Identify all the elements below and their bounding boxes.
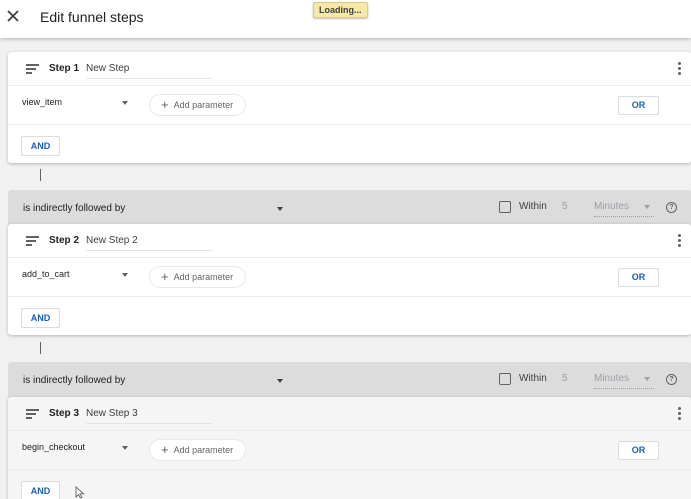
and-row: AND <box>8 125 691 163</box>
caret-down-icon <box>122 273 128 277</box>
within-unit-select[interactable]: Minutes <box>594 201 654 217</box>
and-row: AND <box>8 297 691 335</box>
within-value-input[interactable]: 5 <box>562 373 568 384</box>
caret-down-icon <box>122 446 128 450</box>
caret-down-icon <box>277 379 283 383</box>
plus-icon: + <box>161 442 169 457</box>
event-select[interactable]: begin_checkout <box>22 442 128 459</box>
event-select[interactable]: view_item <box>22 97 128 114</box>
add-parameter-button[interactable]: + Add parameter <box>149 266 247 288</box>
event-name: add_to_cart <box>22 269 70 279</box>
caret-down-icon <box>644 205 650 209</box>
relation-label: is indirectly followed by <box>23 203 126 214</box>
close-icon[interactable] <box>6 8 20 26</box>
sequence-bar-1: is indirectly followed by Within 5 Minut… <box>8 190 691 226</box>
add-parameter-label: Add parameter <box>173 100 234 110</box>
step-card-1: Step 1 New Step view_item + Add parameter… <box>8 52 691 163</box>
step-condition-row: add_to_cart + Add parameter OR <box>8 258 691 297</box>
step-condition-row: begin_checkout + Add parameter OR <box>8 431 691 470</box>
and-button[interactable]: AND <box>21 136 60 156</box>
within-unit-label: Minutes <box>594 201 630 212</box>
drag-lines-icon[interactable] <box>26 236 39 246</box>
within-label: Within <box>519 373 547 384</box>
within-checkbox[interactable] <box>499 373 511 385</box>
sequence-bar-2: is indirectly followed by Within 5 Minut… <box>8 362 691 398</box>
step-header: Step 3 New Step 3 <box>8 397 691 431</box>
step-connector-line <box>40 169 41 181</box>
help-icon[interactable]: ? <box>666 202 677 213</box>
event-name: begin_checkout <box>22 442 86 452</box>
step-header: Step 2 New Step 2 <box>8 224 691 258</box>
caret-down-icon <box>277 207 283 211</box>
within-unit-select[interactable]: Minutes <box>594 373 654 389</box>
relation-label: is indirectly followed by <box>23 375 126 386</box>
and-button[interactable]: AND <box>21 481 60 499</box>
within-value-input[interactable]: 5 <box>562 201 568 212</box>
event-name: view_item <box>22 97 63 107</box>
step-number: Step 3 <box>49 408 80 419</box>
step-name-input[interactable]: New Step <box>86 62 212 79</box>
more-vert-icon[interactable] <box>677 62 681 76</box>
step-card-3: Step 3 New Step 3 begin_checkout + Add pa… <box>8 397 691 499</box>
within-label: Within <box>519 201 547 212</box>
step-header: Step 1 New Step <box>8 52 691 86</box>
step-number: Step 2 <box>49 235 80 246</box>
relation-select[interactable]: is indirectly followed by <box>23 375 285 391</box>
drag-lines-icon[interactable] <box>26 409 39 419</box>
caret-down-icon <box>122 101 128 105</box>
plus-icon: + <box>161 97 169 112</box>
mouse-pointer-icon <box>75 485 85 499</box>
or-button[interactable]: OR <box>618 96 659 115</box>
within-checkbox[interactable] <box>499 201 511 213</box>
loading-indicator: Loading... <box>313 2 368 18</box>
plus-icon: + <box>161 269 169 284</box>
step-number: Step 1 <box>49 63 80 74</box>
add-parameter-label: Add parameter <box>173 445 234 455</box>
step-condition-row: view_item + Add parameter OR <box>8 86 691 125</box>
step-card-2: Step 2 New Step 2 add_to_cart + Add param… <box>8 224 691 335</box>
more-vert-icon[interactable] <box>677 407 681 421</box>
and-button[interactable]: AND <box>21 308 60 328</box>
and-row: AND <box>8 470 691 499</box>
add-parameter-button[interactable]: + Add parameter <box>149 439 247 461</box>
or-button[interactable]: OR <box>618 441 659 460</box>
step-name-input[interactable]: New Step 3 <box>86 407 212 424</box>
within-unit-label: Minutes <box>594 373 630 384</box>
event-select[interactable]: add_to_cart <box>22 269 128 286</box>
add-parameter-button[interactable]: + Add parameter <box>149 94 247 116</box>
step-connector-line <box>40 342 41 354</box>
page-title: Edit funnel steps <box>40 9 144 25</box>
add-parameter-label: Add parameter <box>173 272 234 282</box>
drag-lines-icon[interactable] <box>26 64 39 74</box>
help-icon[interactable]: ? <box>666 374 677 385</box>
caret-down-icon <box>644 377 650 381</box>
or-button[interactable]: OR <box>618 268 659 287</box>
step-name-input[interactable]: New Step 2 <box>86 234 212 251</box>
relation-select[interactable]: is indirectly followed by <box>23 203 285 219</box>
more-vert-icon[interactable] <box>677 234 681 248</box>
